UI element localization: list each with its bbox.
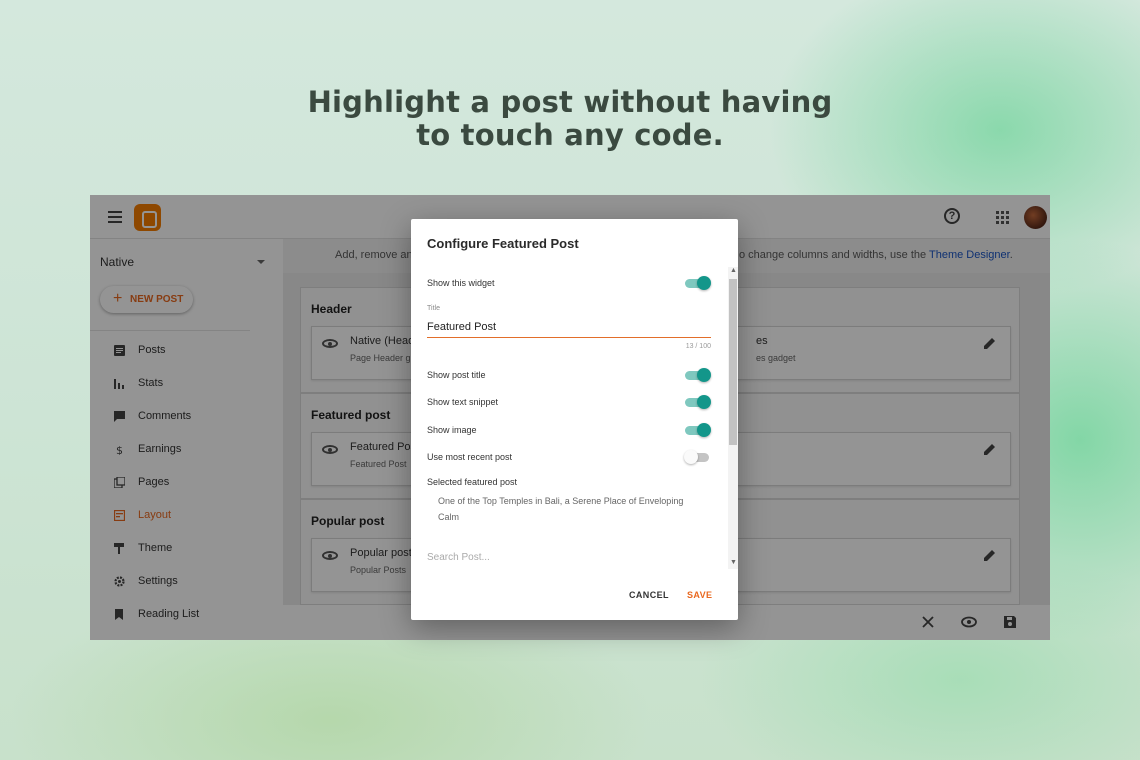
show-text-snippet-row: Show text snippet — [427, 394, 711, 410]
option-label: Show post title — [427, 370, 486, 380]
selected-featured-post-value: One of the Top Temples in Bali, a Serene… — [438, 496, 684, 522]
title-char-count: 13 / 100 — [685, 343, 711, 350]
save-button[interactable]: SAVE — [687, 590, 712, 600]
title-field-label: Title — [427, 305, 440, 312]
scroll-up-icon[interactable]: ▲ — [730, 267, 737, 275]
show-widget-toggle[interactable] — [685, 276, 711, 290]
scroll-thumb[interactable] — [729, 279, 737, 445]
dialog-scrollbar[interactable]: ▲ ▼ — [728, 267, 738, 569]
show-post-title-row: Show post title — [427, 367, 711, 383]
headline-line-1: Highlight a post without having — [307, 85, 833, 119]
option-label: Show text snippet — [427, 397, 499, 407]
option-label: Show image — [427, 425, 477, 435]
headline-line-2: to touch any code. — [416, 118, 724, 152]
show-text-snippet-toggle[interactable] — [685, 395, 711, 409]
selected-featured-post-label: Selected featured post — [427, 477, 518, 487]
title-input[interactable]: Featured Post — [427, 321, 711, 338]
show-post-title-toggle[interactable] — [685, 368, 711, 382]
option-label: Use most recent post — [427, 452, 513, 462]
show-image-toggle[interactable] — [685, 423, 711, 437]
search-post-input[interactable]: Search Post... — [427, 552, 711, 563]
show-widget-row: Show this widget — [427, 275, 711, 291]
show-image-row: Show image — [427, 422, 711, 438]
show-widget-label: Show this widget — [427, 278, 495, 288]
headline: Highlight a post without having to touch… — [0, 86, 1140, 152]
dialog-title: Configure Featured Post — [427, 236, 579, 251]
scroll-down-icon[interactable]: ▼ — [730, 559, 737, 567]
cancel-button[interactable]: CANCEL — [629, 590, 669, 600]
use-most-recent-post-row: Use most recent post — [427, 449, 711, 465]
configure-featured-post-dialog: Configure Featured Post ▲ ▼ Show this wi… — [411, 219, 738, 620]
use-most-recent-post-toggle[interactable] — [684, 450, 711, 464]
